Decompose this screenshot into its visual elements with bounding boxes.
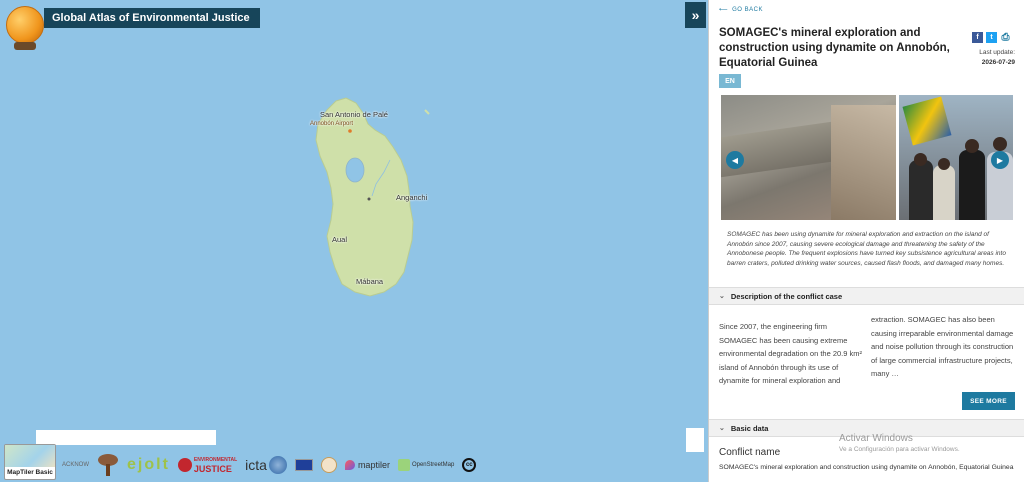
- label-airport: Annobón Airport: [310, 121, 354, 127]
- share-buttons: f t ⎙: [972, 32, 1011, 43]
- icta-logo-text: icta: [245, 457, 267, 473]
- globe-dot-icon: [177, 458, 192, 472]
- ejolt-logo[interactable]: ejolt: [127, 456, 170, 474]
- photo-crater: [721, 95, 896, 220]
- maptiler-mark-icon: [344, 460, 355, 470]
- map-view[interactable]: San Antonio de Palé Annobón Airport Anga…: [0, 0, 708, 482]
- icta-logo[interactable]: icta: [245, 456, 287, 474]
- description-column-1: Since 2007, the engineering firm SOMAGEC…: [719, 322, 863, 385]
- acknowledgements-logo[interactable]: ACKNOW: [62, 462, 89, 468]
- osm-logo-text: OpenStreetMap: [411, 462, 455, 468]
- description-heading: Description of the conflict case: [730, 291, 843, 301]
- label-aual: Aual: [332, 235, 348, 244]
- double-chevron-right-icon: »: [691, 7, 700, 23]
- label-mabana: Mábana: [356, 277, 384, 286]
- annobon-island-shape: [315, 97, 430, 297]
- globe-icon: [4, 4, 46, 50]
- osm-mark-icon: [397, 459, 410, 471]
- map-blank-bar: [36, 430, 216, 445]
- go-back-label: GO BACK: [732, 7, 763, 13]
- language-badge[interactable]: EN: [719, 74, 741, 88]
- creative-commons-icon[interactable]: cc: [462, 458, 477, 472]
- twitter-icon[interactable]: t: [986, 32, 997, 43]
- maptiler-logo[interactable]: maptiler: [344, 460, 390, 470]
- eu-flag-icon[interactable]: [294, 459, 313, 471]
- last-update-date: 2026-07-29: [981, 59, 1015, 66]
- watermark-line-1: Activar Windows: [839, 433, 913, 444]
- conflict-name-value: SOMAGEC's mineral exploration and constr…: [719, 464, 1014, 471]
- description-section-header[interactable]: ⌄ Description of the conflict case: [709, 287, 1024, 305]
- icta-globe-icon: [268, 456, 287, 474]
- openstreetmap-logo[interactable]: OpenStreetMap: [397, 459, 455, 471]
- brand-logo[interactable]: Global Atlas of Environmental Justice: [4, 4, 260, 54]
- see-more-button[interactable]: SEE MORE: [962, 392, 1015, 410]
- basemap-label: MapTiler Basic: [7, 469, 53, 476]
- arrow-left-icon: ⟵: [719, 7, 729, 13]
- maptiler-logo-text: maptiler: [357, 460, 390, 470]
- map-blank-box: [686, 428, 704, 452]
- chevron-down-icon: ⌄: [719, 425, 725, 432]
- basemap-switcher[interactable]: MapTiler Basic: [4, 444, 56, 480]
- go-back-link[interactable]: ⟵ GO BACK: [719, 6, 763, 13]
- label-san-antonio: San Antonio de Palé: [320, 110, 388, 119]
- last-update-label: Last update:: [979, 49, 1015, 56]
- tree-logo-icon[interactable]: [97, 454, 119, 476]
- carousel-prev-button[interactable]: ◀: [726, 151, 744, 169]
- partner-logos: ACKNOW ejolt ENVIRONMENTAL JUSTICE icta …: [62, 452, 477, 478]
- case-title: SOMAGEC's mineral exploration and constr…: [719, 27, 950, 69]
- watermark-line-2: Ve a Configuración para activar Windows.: [839, 446, 960, 453]
- chevron-down-icon: ⌄: [719, 293, 725, 300]
- facebook-icon[interactable]: f: [972, 32, 983, 43]
- envj-logo-bottom: JUSTICE: [193, 464, 232, 474]
- carousel-next-button[interactable]: ▶: [991, 151, 1009, 169]
- conflict-name-label: Conflict name: [719, 447, 781, 458]
- chevron-right-icon: ▶: [996, 155, 1004, 165]
- windows-activation-watermark: Activar Windows Ve a Configuración para …: [839, 433, 960, 453]
- print-icon[interactable]: ⎙: [1000, 32, 1011, 43]
- basemap-thumbnail: [5, 445, 55, 467]
- label-anganchi: Anganchi: [396, 193, 428, 202]
- brand-title: Global Atlas of Environmental Justice: [44, 8, 260, 28]
- expand-panel-button[interactable]: »: [685, 2, 706, 28]
- last-update: Last update: 2026-07-29: [971, 48, 1015, 68]
- basic-data-heading: Basic data: [730, 423, 769, 433]
- description-column-2: extraction. SOMAGEC has also been causin…: [871, 315, 1014, 378]
- chevron-left-icon: ◀: [731, 155, 739, 165]
- environmental-justice-logo[interactable]: ENVIRONMENTAL JUSTICE: [177, 456, 237, 474]
- photo-caption: SOMAGEC has been using dynamite for mine…: [727, 231, 1006, 267]
- seal-logo-icon[interactable]: [320, 457, 337, 473]
- case-detail-panel[interactable]: ⟵ GO BACK SOMAGEC's mineral exploration a…: [708, 0, 1024, 482]
